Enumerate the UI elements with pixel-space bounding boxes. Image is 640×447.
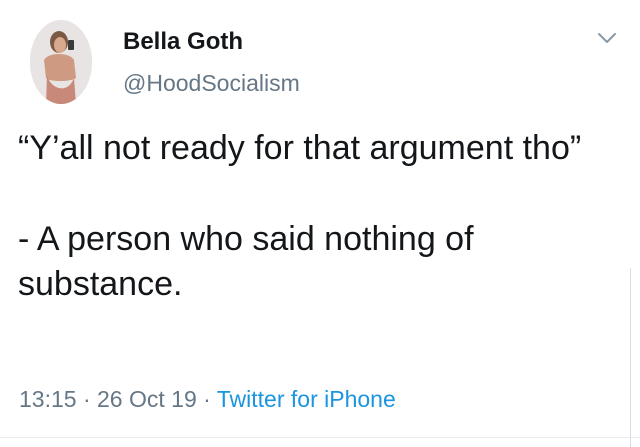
tweet-text: “Y’all not ready for that argument tho” …: [18, 126, 618, 307]
tweet-card: Bella Goth @HoodSocialism “Y’all not rea…: [0, 0, 640, 447]
tweet-text-quote: “Y’all not ready for that argument tho”: [18, 129, 582, 167]
tweet-source-link[interactable]: Twitter for iPhone: [217, 386, 396, 412]
author-display-name[interactable]: Bella Goth: [123, 28, 243, 56]
chevron-down-icon[interactable]: [594, 28, 620, 48]
avatar[interactable]: [30, 20, 92, 104]
author-handle[interactable]: @HoodSocialism: [123, 70, 300, 97]
tweet-time[interactable]: 13:15: [19, 386, 77, 412]
meta-separator: ·: [196, 386, 217, 412]
divider: [0, 437, 640, 438]
tweet-date[interactable]: 26 Oct 19: [97, 386, 197, 412]
tweet-text-attribution: - A person who said nothing of substance…: [18, 220, 474, 303]
meta-separator: ·: [76, 386, 98, 412]
card-edge: [630, 268, 631, 447]
tweet-meta: 13:15 · 26 Oct 19 · Twitter for iPhone: [19, 386, 396, 413]
